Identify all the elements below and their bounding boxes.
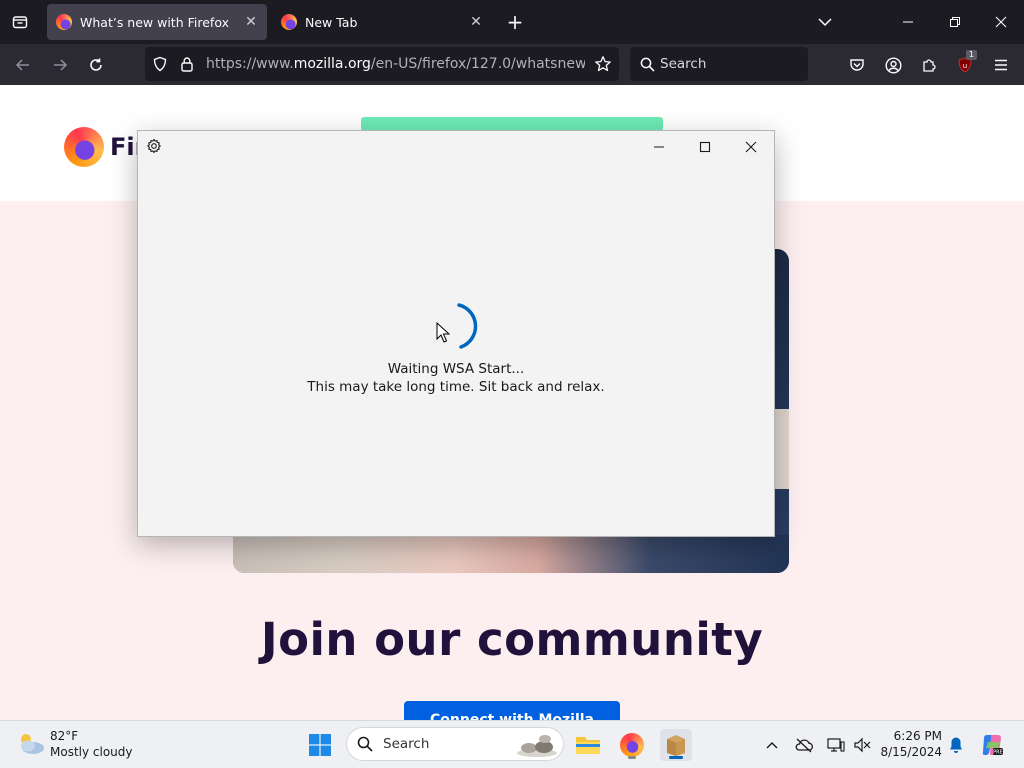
file-explorer-icon[interactable] — [572, 729, 604, 761]
extensions-puzzle-icon[interactable] — [916, 52, 942, 78]
clock-date[interactable]: 8/15/2024 — [880, 745, 942, 759]
firefox-logo-icon — [620, 733, 644, 757]
url-domain: mozilla.org — [293, 56, 371, 72]
minimize-window-icon[interactable] — [890, 8, 926, 36]
windows-start-icon[interactable] — [304, 729, 336, 761]
close-window-icon[interactable] — [983, 8, 1019, 36]
taskbar-search-placeholder: Search — [383, 736, 430, 752]
close-tab-icon[interactable]: ✕ — [464, 10, 488, 34]
windows-taskbar: 82°F Mostly cloudy Search 6:26 PM 8/15/2… — [0, 720, 1024, 768]
hamburger-menu-icon[interactable] — [988, 52, 1014, 78]
bookmark-star-icon[interactable] — [593, 54, 613, 74]
weather-cloud-icon[interactable] — [16, 731, 46, 759]
tracking-protection-shield-icon[interactable] — [151, 55, 169, 73]
hero-image-strip — [233, 535, 789, 573]
url-text[interactable]: https://www.mozilla.org/en-US/firefox/12… — [206, 47, 585, 81]
forward-icon[interactable] — [47, 52, 73, 78]
pocket-icon[interactable] — [844, 52, 870, 78]
tab-label: New Tab — [305, 14, 358, 30]
restore-window-icon[interactable] — [937, 8, 973, 36]
hero-image-detail — [775, 409, 789, 489]
navigation-toolbar: https://www.mozilla.org/en-US/firefox/12… — [0, 44, 1024, 85]
search-icon — [357, 736, 373, 756]
minimize-window-icon[interactable] — [641, 135, 677, 159]
app-active-indicator — [669, 756, 683, 759]
search-icon — [639, 56, 655, 72]
show-hidden-icons-chevron-icon[interactable] — [762, 735, 782, 755]
settings-gear-icon[interactable] — [138, 134, 170, 158]
community-heading: Join our community — [260, 613, 764, 666]
lock-icon[interactable] — [178, 55, 196, 73]
weather-condition[interactable]: Mostly cloudy — [50, 745, 133, 759]
status-text-waiting: Waiting WSA Start... — [387, 361, 525, 377]
browser-tab-bar: What’s new with Firefox ✕ New Tab ✕ + — [0, 0, 1024, 44]
tab-new-tab[interactable]: New Tab ✕ — [272, 4, 492, 40]
list-all-tabs-icon[interactable] — [813, 10, 837, 34]
url-path: /en-US/firefox/127.0/whatsnew/?oldversio… — [370, 56, 585, 72]
wsa-start-window: Waiting WSA Start... This may take long … — [137, 130, 775, 537]
volume-muted-icon[interactable] — [852, 735, 872, 755]
firefox-favicon-icon — [281, 14, 297, 30]
notification-bell-icon[interactable] — [946, 735, 966, 755]
wsa-app-box-icon[interactable] — [660, 729, 692, 761]
firefox-logo-icon — [64, 127, 104, 167]
firefox-view-icon[interactable] — [8, 10, 32, 34]
app-running-indicator — [628, 756, 636, 759]
search-highlight-stones-icon — [515, 732, 559, 762]
display-network-icon[interactable] — [826, 735, 846, 755]
url-prefix: https://www. — [206, 56, 294, 72]
firefox-favicon-icon — [56, 14, 72, 30]
taskbar-search-box[interactable]: Search — [346, 727, 564, 761]
close-tab-icon[interactable]: ✕ — [239, 10, 263, 34]
close-window-icon[interactable] — [733, 135, 769, 159]
back-icon[interactable] — [10, 52, 36, 78]
promo-banner — [361, 117, 663, 131]
tab-whats-new[interactable]: What’s new with Firefox ✕ — [47, 4, 267, 40]
account-icon[interactable] — [880, 52, 906, 78]
mouse-cursor-icon — [436, 321, 451, 347]
url-bar[interactable]: https://www.mozilla.org/en-US/firefox/12… — [145, 47, 619, 81]
svg-text:u: u — [963, 62, 967, 70]
ublock-origin-icon[interactable]: u 1 — [952, 50, 978, 78]
tab-label: What’s new with Firefox — [80, 14, 229, 30]
browser-search-bar[interactable]: Search — [630, 47, 808, 81]
weather-temperature[interactable]: 82°F — [50, 729, 78, 743]
onedrive-offline-icon[interactable] — [794, 735, 814, 755]
maximize-window-icon[interactable] — [687, 135, 723, 159]
extension-badge: 1 — [965, 50, 977, 60]
connect-with-mozilla-button[interactable]: Connect with Mozilla — [404, 701, 620, 720]
copilot-icon[interactable]: PRE — [980, 733, 1004, 757]
firefox-taskbar-icon[interactable] — [616, 729, 648, 761]
status-text-hint: This may take long time. Sit back and re… — [307, 379, 605, 395]
clock-time[interactable]: 6:26 PM — [880, 729, 942, 743]
svg-text:PRE: PRE — [993, 750, 1003, 756]
reload-icon[interactable] — [83, 52, 109, 78]
search-placeholder: Search — [660, 56, 707, 72]
new-tab-icon[interactable]: + — [503, 10, 527, 34]
